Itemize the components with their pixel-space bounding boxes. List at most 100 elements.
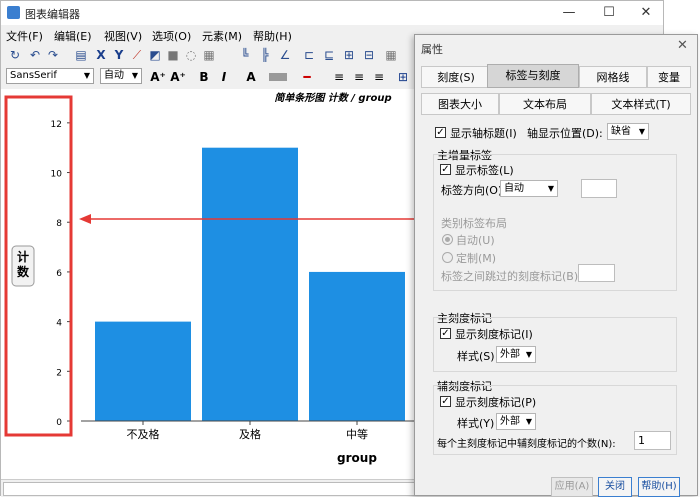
window-title: 图表编辑器	[25, 8, 80, 21]
fill-icon[interactable]: ■	[165, 47, 181, 63]
tab-labels-ticks[interactable]: 标签与刻度	[487, 64, 579, 88]
close-window-button[interactable]: ✕	[631, 4, 661, 22]
y-tick-label: 10	[51, 170, 63, 180]
legend-icon[interactable]: ⊞	[341, 47, 357, 63]
font-size-value: 自动	[104, 70, 124, 81]
x-tick-label: 不及格	[127, 427, 160, 441]
align-right-icon[interactable]: ≡	[371, 69, 387, 85]
properties-icon[interactable]: ▤	[73, 47, 89, 63]
chart-title[interactable]: 简单条形图 计数 / group	[274, 92, 391, 104]
font-family-select[interactable]: SansSerif ▼	[6, 68, 94, 84]
close-dialog-icon[interactable]: ✕	[677, 38, 688, 53]
layout-auto-radio[interactable]	[442, 234, 453, 245]
minor-style-label: 样式(Y)	[457, 417, 495, 430]
menu-view[interactable]: 视图(V)	[104, 28, 142, 44]
shrink-font-icon[interactable]: A⁺	[170, 69, 186, 85]
minor-count-input[interactable]: 1	[634, 431, 671, 450]
font-family-value: SansSerif	[10, 70, 57, 81]
axis-position-value: 缺省	[611, 126, 631, 137]
x-axis-icon[interactable]: X	[93, 47, 109, 63]
minor-style-select[interactable]: 外部 ▼	[496, 413, 536, 430]
footnote-icon[interactable]: ⊑	[321, 47, 337, 63]
y-tick-label: 0	[56, 418, 62, 428]
y-tick-label: 8	[56, 219, 62, 229]
show-major-ticks-label: 显示刻度标记(I)	[455, 328, 533, 341]
bold-button[interactable]: B	[196, 69, 212, 85]
y-tick-label: 2	[56, 368, 62, 378]
lasso-icon[interactable]: ◌	[183, 47, 199, 63]
status-field	[3, 482, 425, 496]
major-style-select[interactable]: 外部 ▼	[496, 346, 536, 363]
close-button[interactable]: 关闭	[598, 477, 632, 497]
orientation-value: 自动	[504, 183, 524, 194]
tab-chart-size[interactable]: 图表大小	[421, 93, 499, 115]
apply-button[interactable]: 应用(A)	[551, 477, 593, 497]
show-major-ticks-checkbox[interactable]: ✓	[440, 328, 451, 339]
menu-options[interactable]: 选项(O)	[152, 28, 191, 44]
grow-font-icon[interactable]: A⁺	[150, 69, 166, 85]
axis-position-select[interactable]: 缺省 ▼	[607, 123, 649, 140]
title-bar: 图表编辑器 — ☐ ✕	[1, 1, 663, 25]
major-style-label: 样式(S)	[457, 350, 495, 363]
y-axis-icon[interactable]: Y	[111, 47, 127, 63]
maximize-button[interactable]: ☐	[594, 4, 624, 22]
axis-position-label: 轴显示位置(D):	[527, 127, 603, 140]
menu-elements[interactable]: 元素(M)	[202, 28, 242, 44]
bar-layout-icon[interactable]: ╚	[237, 47, 253, 63]
chevron-down-icon: ▼	[131, 71, 138, 80]
table-icon[interactable]: ▦	[201, 47, 217, 63]
help-button[interactable]: 帮助(H)	[638, 477, 680, 497]
show-axis-title-label: 显示轴标题(I)	[450, 127, 517, 140]
redo-icon[interactable]: ↻	[7, 47, 23, 63]
skip-ticks-input[interactable]	[578, 264, 615, 282]
dialog-title: 属性	[421, 43, 443, 56]
show-axis-title-checkbox[interactable]: ✓	[435, 127, 446, 138]
show-minor-ticks-label: 显示刻度标记(P)	[455, 396, 537, 409]
menu-help[interactable]: 帮助(H)	[253, 28, 292, 44]
align-center-icon[interactable]: ≡	[351, 69, 367, 85]
annotation-arrowhead	[79, 214, 91, 224]
minimize-button[interactable]: —	[554, 4, 584, 22]
labels-ticks-panel: ✓ 显示轴标题(I) 轴显示位置(D): 缺省 ▼ 主增量标签 ✓ 显示标签(L)…	[423, 118, 689, 463]
menu-file[interactable]: 文件(F)	[6, 28, 43, 44]
bar-1[interactable]	[202, 147, 298, 421]
tab-scale[interactable]: 刻度(S)	[421, 66, 491, 88]
text-color-icon[interactable]: A	[243, 69, 259, 85]
minor-style-value: 外部	[500, 416, 520, 427]
chevron-down-icon: ▼	[83, 71, 90, 80]
menu-edit[interactable]: 编辑(E)	[54, 28, 92, 44]
tab-text-style[interactable]: 文本样式(T)	[591, 93, 691, 115]
align-left-icon[interactable]: ≡	[331, 69, 347, 85]
tab-variables[interactable]: 变量	[647, 66, 691, 88]
line-icon[interactable]: ∠	[277, 47, 293, 63]
show-labels-checkbox[interactable]: ✓	[440, 164, 451, 175]
bar-0[interactable]	[95, 321, 191, 421]
x-axis-title[interactable]: group	[337, 451, 377, 465]
layout-auto-label: 自动(U)	[456, 234, 495, 247]
scale-icon[interactable]: ⟋	[129, 47, 145, 63]
forward-icon[interactable]: ↷	[45, 47, 61, 63]
tab-text-layout[interactable]: 文本布局	[499, 93, 591, 115]
show-minor-ticks-checkbox[interactable]: ✓	[440, 396, 451, 407]
properties-dialog: 属性 ✕ 刻度(S) 标签与刻度 网格线 变量 图表大小 文本布局 文本样式(T…	[414, 34, 698, 497]
annotation-icon[interactable]: ⊟	[361, 47, 377, 63]
line-color-icon[interactable]: ━	[295, 69, 319, 85]
undo-icon[interactable]: ↶	[27, 47, 43, 63]
grid-icon[interactable]: ▦	[383, 47, 399, 63]
chevron-down-icon: ▼	[547, 184, 554, 193]
grid-lines-icon[interactable]: ⊞	[395, 69, 411, 85]
major-style-value: 外部	[500, 349, 520, 360]
x-tick-label: 及格	[239, 427, 261, 441]
font-size-select[interactable]: 自动 ▼	[100, 68, 142, 84]
fill-color-icon[interactable]	[267, 69, 289, 85]
title-layout-icon[interactable]: ⊏	[301, 47, 317, 63]
orientation-select[interactable]: 自动 ▼	[500, 180, 558, 197]
layout-custom-radio[interactable]	[442, 252, 453, 263]
show-labels-label: 显示标签(L)	[455, 164, 514, 177]
frame-icon[interactable]: ◩	[147, 47, 163, 63]
stack-icon[interactable]: ╠	[257, 47, 273, 63]
orientation-angle-input[interactable]	[581, 179, 617, 198]
bar-2[interactable]	[309, 271, 405, 421]
italic-button[interactable]: I	[216, 69, 232, 85]
tab-gridlines[interactable]: 网格线	[579, 66, 647, 88]
